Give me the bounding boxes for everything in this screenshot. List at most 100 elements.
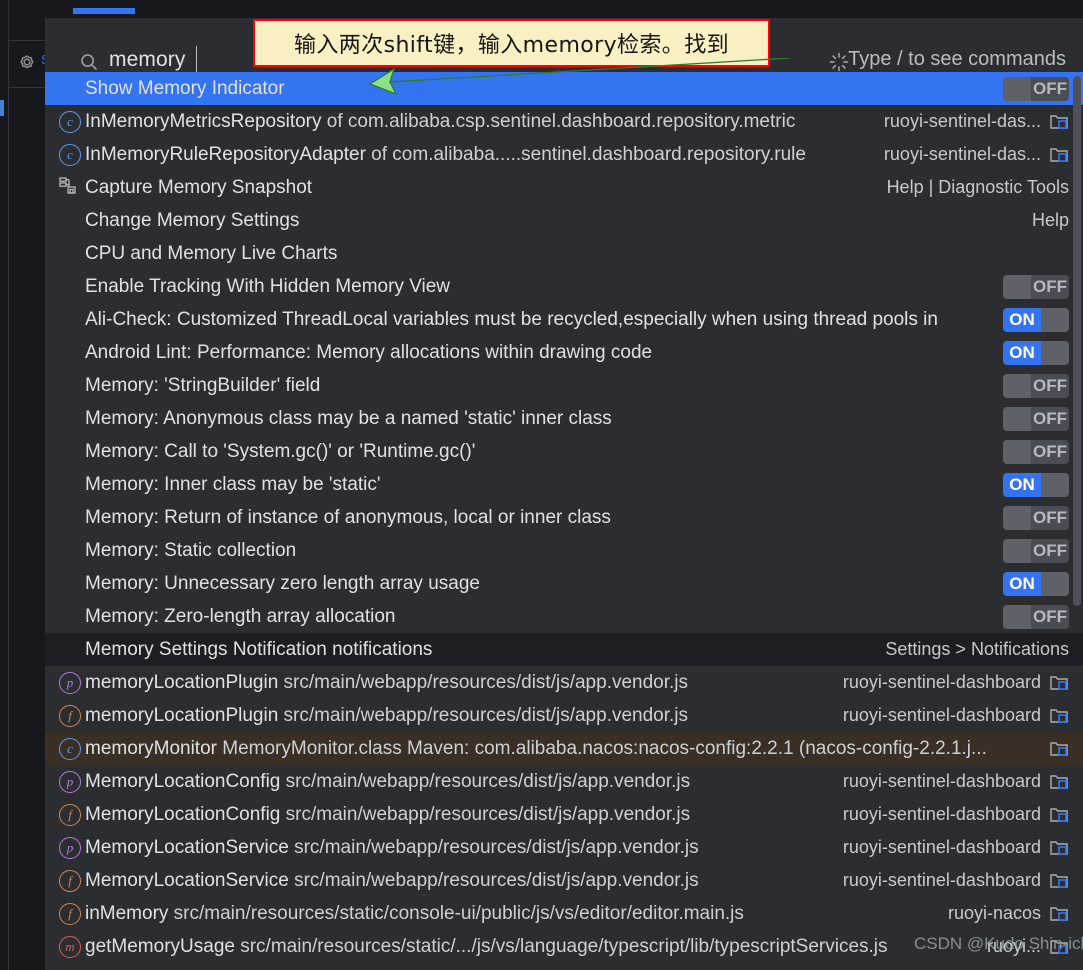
result-row[interactable]: fMemoryLocationService src/main/webapp/r… xyxy=(45,864,1083,897)
search-results-list[interactable]: Show Memory Indicator OFF cInMemoryMetrics… xyxy=(45,72,1083,970)
result-row[interactable]: Change Memory SettingsHelp xyxy=(45,204,1083,237)
module-icon xyxy=(1049,739,1069,759)
result-row[interactable]: CPU and Memory Live Charts xyxy=(45,237,1083,270)
toggle-switch[interactable]: ON xyxy=(1003,308,1069,332)
toggle-switch[interactable]: OFF xyxy=(1003,374,1069,398)
result-label: Memory: Inner class may be 'static' xyxy=(85,474,381,496)
result-title: Enable Tracking With Hidden Memory View xyxy=(85,276,450,297)
result-row-right: OFF xyxy=(1003,506,1069,530)
result-label: InMemoryRuleRepositoryAdapter of com.ali… xyxy=(85,144,806,166)
scrollbar-thumb[interactable] xyxy=(1073,76,1081,606)
result-row[interactable]: Memory Settings Notification notificatio… xyxy=(45,633,1083,666)
result-label: CPU and Memory Live Charts xyxy=(85,243,337,265)
result-label: Memory: Return of instance of anonymous,… xyxy=(85,507,611,529)
function-icon: f xyxy=(59,705,81,727)
toggle-switch[interactable]: OFF xyxy=(1003,506,1069,530)
result-row-right: ON xyxy=(1003,572,1069,596)
result-location: Help xyxy=(1032,210,1069,231)
function-icon: f xyxy=(59,903,81,925)
toggle-switch[interactable]: OFF xyxy=(1003,275,1069,299)
module-icon xyxy=(1049,805,1069,825)
result-label: Memory: Unnecessary zero length array us… xyxy=(85,573,480,595)
search-everywhere-tabs[interactable] xyxy=(45,0,1083,18)
result-row[interactable]: Memory: Static collectionOFF xyxy=(45,534,1083,567)
ide-left-strip-lower xyxy=(8,88,45,970)
property-icon: p xyxy=(59,672,81,694)
result-row-right: OFF xyxy=(1003,374,1069,398)
result-row[interactable]: finMemory src/main/resources/static/cons… xyxy=(45,897,1083,930)
result-label: Memory Settings Notification notificatio… xyxy=(85,639,432,661)
result-row[interactable]: cmemoryMonitor MemoryMonitor.class Maven… xyxy=(45,732,1083,765)
result-label: Capture Memory Snapshot xyxy=(85,177,312,199)
result-row[interactable]: Memory: Unnecessary zero length array us… xyxy=(45,567,1083,600)
result-row[interactable]: Ali-Check: Customized ThreadLocal variab… xyxy=(45,303,1083,336)
result-row[interactable]: Show Memory Indicator OFF xyxy=(45,72,1083,105)
result-label: MemoryLocationService src/main/webapp/re… xyxy=(85,870,699,892)
result-location: ruoyi-sentinel-dashboard xyxy=(843,705,1041,726)
result-icon: f xyxy=(59,903,85,925)
toggle-state-label: ON xyxy=(1003,572,1041,596)
result-row[interactable]: fmemoryLocationPlugin src/main/webapp/re… xyxy=(45,699,1083,732)
commands-hint: Type / to see commands xyxy=(848,48,1066,71)
result-row[interactable]: Memory: 'StringBuilder' fieldOFF xyxy=(45,369,1083,402)
result-title: Memory: Call to 'System.gc()' or 'Runtim… xyxy=(85,441,475,462)
result-row[interactable]: pmemoryLocationPlugin src/main/webapp/re… xyxy=(45,666,1083,699)
toggle-knob xyxy=(1041,473,1069,497)
toggle-switch[interactable]: OFF xyxy=(1003,440,1069,464)
result-label: Memory: Call to 'System.gc()' or 'Runtim… xyxy=(85,441,475,463)
toggle-state-label: ON xyxy=(1003,308,1041,332)
result-row[interactable]: Android Lint: Performance: Memory alloca… xyxy=(45,336,1083,369)
toggle-switch[interactable]: OFF xyxy=(1003,77,1069,101)
toggle-knob xyxy=(1003,605,1031,629)
result-row[interactable]: fMemoryLocationConfig src/main/webapp/re… xyxy=(45,798,1083,831)
result-row[interactable]: Memory: Return of instance of anonymous,… xyxy=(45,501,1083,534)
result-icon: m xyxy=(59,936,85,958)
result-row[interactable]: pMemoryLocationConfig src/main/webapp/re… xyxy=(45,765,1083,798)
result-row[interactable]: cInMemoryRuleRepositoryAdapter of com.al… xyxy=(45,138,1083,171)
result-subtitle: src/main/webapp/resources/dist/js/app.ve… xyxy=(280,771,690,792)
results-scrollbar[interactable] xyxy=(1072,72,1083,970)
result-row[interactable]: pMemoryLocationService src/main/webapp/r… xyxy=(45,831,1083,864)
method-icon: m xyxy=(59,936,81,958)
result-label: memoryMonitor MemoryMonitor.class Maven:… xyxy=(85,738,987,760)
settings-tool-button[interactable] xyxy=(8,40,45,88)
result-row[interactable]: Memory: Call to 'System.gc()' or 'Runtim… xyxy=(45,435,1083,468)
result-row[interactable]: Enable Tracking With Hidden Memory View O… xyxy=(45,270,1083,303)
result-row[interactable]: Memory: Anonymous class may be a named '… xyxy=(45,402,1083,435)
result-row[interactable]: Memory: Zero-length array allocation OFF xyxy=(45,600,1083,633)
result-row-right: Settings > Notifications xyxy=(885,639,1069,660)
toggle-switch[interactable]: ON xyxy=(1003,572,1069,596)
toggle-knob xyxy=(1003,77,1031,101)
toggle-switch[interactable]: OFF xyxy=(1003,539,1069,563)
result-icon: c xyxy=(59,738,85,760)
result-row-right: ruoyi-sentinel-dashboard xyxy=(843,705,1069,726)
result-icon: p xyxy=(59,837,85,859)
result-row-right: OFF xyxy=(1003,407,1069,431)
result-row[interactable]: cInMemoryMetricsRepository of com.alibab… xyxy=(45,105,1083,138)
toggle-switch[interactable]: ON xyxy=(1003,473,1069,497)
snapshot-icon xyxy=(59,175,79,201)
result-row-right: ruoyi-nacos xyxy=(948,903,1069,924)
annotation-callout-box: 输入两次shift键，输入memory检索。找到 xyxy=(253,19,770,67)
result-label: Memory: Zero-length array allocation xyxy=(85,606,395,628)
module-icon xyxy=(1049,904,1069,924)
search-input[interactable]: memory xyxy=(109,48,185,72)
toggle-switch[interactable]: OFF xyxy=(1003,407,1069,431)
result-subtitle: src/main/webapp/resources/dist/js/app.ve… xyxy=(280,804,690,825)
toggle-knob xyxy=(1003,275,1031,299)
toggle-switch[interactable]: ON xyxy=(1003,341,1069,365)
toggle-switch[interactable]: OFF xyxy=(1003,605,1069,629)
result-location: ruoyi-sentinel-dashboard xyxy=(843,870,1041,891)
result-location: Settings > Notifications xyxy=(885,639,1069,660)
result-title: Memory: Inner class may be 'static' xyxy=(85,474,381,495)
result-row[interactable]: Capture Memory SnapshotHelp | Diagnostic… xyxy=(45,171,1083,204)
toggle-knob xyxy=(1003,407,1031,431)
result-label: Show Memory Indicator xyxy=(85,78,285,100)
class-icon: c xyxy=(59,144,81,166)
result-icon: f xyxy=(59,804,85,826)
result-icon: p xyxy=(59,672,85,694)
result-row-right: Help xyxy=(1032,210,1069,231)
result-row[interactable]: Memory: Inner class may be 'static' ON xyxy=(45,468,1083,501)
result-row-right: OFF xyxy=(1003,605,1069,629)
result-title: getMemoryUsage xyxy=(85,936,235,957)
